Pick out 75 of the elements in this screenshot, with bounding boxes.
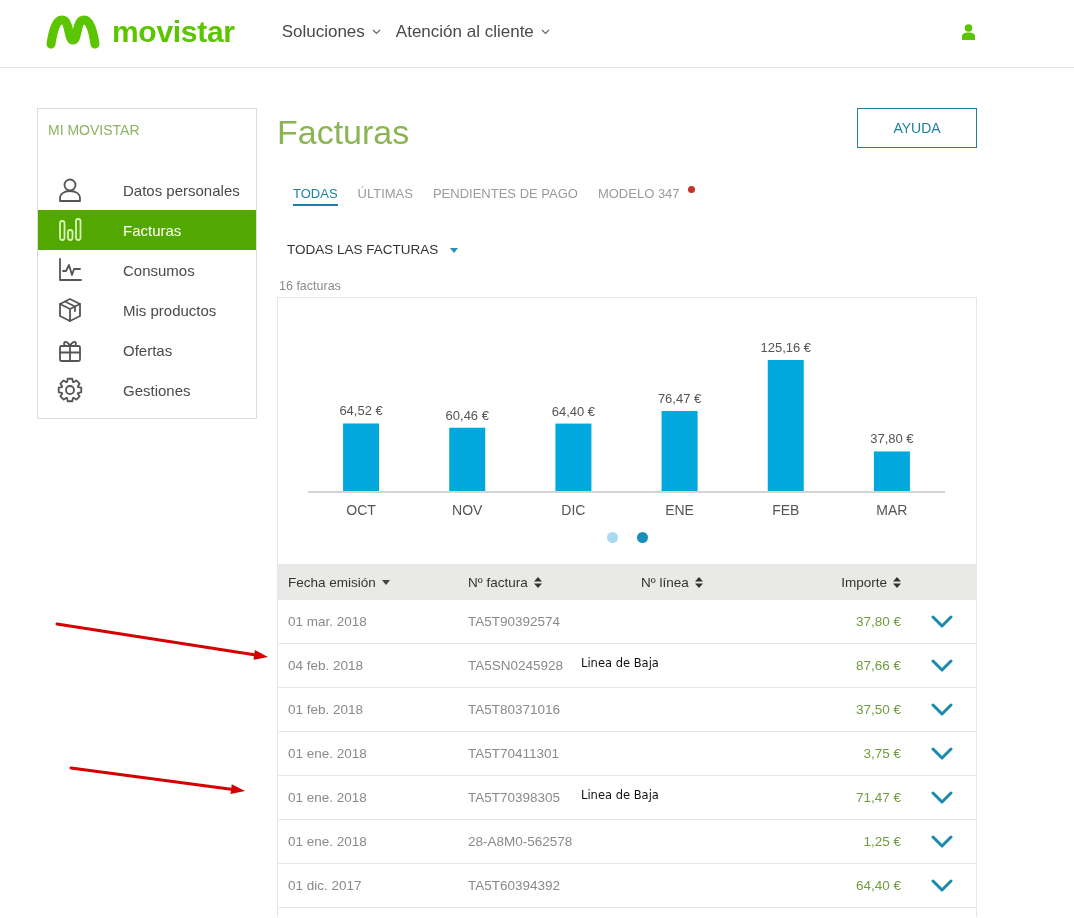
category-label: FEB (772, 502, 800, 518)
table-cell: 1,25 € (863, 834, 901, 849)
chevron-down-icon[interactable] (931, 659, 953, 672)
table-cell: 37,80 € (855, 614, 901, 629)
table-cell: 71,47 € (855, 790, 901, 805)
box-icon (57, 297, 83, 323)
m-logo-icon (46, 13, 100, 50)
sidebar-item[interactable]: Ofertas (38, 330, 256, 370)
carousel-dot[interactable] (606, 532, 618, 543)
nav-link[interactable]: Atención al cliente (395, 21, 550, 42)
nav-link[interactable]: Soluciones (281, 21, 381, 42)
user-icon[interactable] (962, 23, 975, 40)
category-label: NOV (452, 502, 483, 518)
invoice-count: 16 facturas (279, 279, 342, 294)
chevron-down-icon[interactable] (931, 747, 953, 760)
table-cell-text: TA5T80371016 (468, 702, 562, 717)
category-label: MAR (876, 502, 908, 518)
chart-bar (343, 423, 380, 491)
bar-chart-icon (57, 217, 83, 243)
line-note: Linea de Baja (581, 788, 659, 802)
carousel-dot[interactable] (636, 532, 648, 543)
category-label: DIC (561, 502, 586, 518)
table-cell: 37,50 € (855, 702, 901, 717)
bar-value-label: 37,80 € (870, 431, 914, 447)
caret-down-icon (450, 247, 459, 253)
table-cell-text: TA5T60394392 (468, 878, 562, 893)
chevron-down-icon (371, 28, 381, 35)
bar-value-label: 76,47 € (657, 390, 702, 406)
sidebar-item[interactable]: Gestiones (38, 370, 256, 410)
column-header[interactable]: Importe (841, 574, 901, 590)
bar-value-label: 60,46 € (445, 407, 489, 423)
chart-bar (449, 427, 486, 491)
chevron-down-icon[interactable] (931, 791, 953, 804)
sidebar-item[interactable]: Consumos (38, 250, 256, 290)
category-label: ENE (665, 502, 694, 518)
line-note: Linea de Baja (581, 656, 659, 670)
chart-bar (873, 451, 910, 491)
table-cell: 64,40 € (855, 878, 901, 893)
bar-value-label: 64,40 € (551, 403, 596, 419)
table-cell-text: 01 mar. 2018 (288, 614, 368, 629)
table-cell-text: TA5T90392574 (468, 614, 562, 629)
table-cell: 3,75 € (863, 746, 901, 761)
table-cell-text: 01 ene. 2018 (288, 834, 368, 849)
chevron-down-icon[interactable] (931, 835, 953, 848)
column-header[interactable]: Nº línea (641, 574, 703, 590)
chart-bar (555, 423, 592, 491)
chevron-down-icon[interactable] (931, 879, 953, 892)
table-cell-text: TA5T70411301 (468, 746, 561, 761)
bar-value-label: 125,16 € (760, 340, 812, 355)
table-cell: 87,66 € (855, 658, 901, 673)
invoice-filter-dropdown[interactable]: TODAS LAS FACTURAS (287, 242, 459, 258)
chevron-down-icon[interactable] (931, 615, 953, 628)
page-title: Facturas (277, 112, 410, 153)
table-cell-text: 01 dic. 2017 (288, 878, 363, 893)
help-button[interactable]: AYUDA (857, 108, 977, 148)
gear-icon (57, 377, 83, 403)
table-cell-text: 04 feb. 2018 (288, 658, 365, 673)
tab[interactable]: TODAS (293, 186, 338, 206)
chevron-down-icon (540, 28, 550, 35)
sidebar-item[interactable]: Mis productos (38, 290, 256, 330)
table-cell-text: 28-A8M0-562578 (468, 834, 574, 849)
bar-value-label: 64,52 € (339, 403, 383, 419)
person-icon (57, 177, 83, 203)
chevron-down-icon[interactable] (931, 703, 953, 716)
column-header[interactable]: Fecha emisión (288, 574, 390, 590)
table-cell-text: TA5T70398305 (468, 790, 562, 805)
table-cell-text: TA5SN0245928 (468, 658, 565, 673)
sidebar-title: MI MOVISTAR (47, 121, 141, 139)
sidebar-item[interactable]: Datos personales (38, 170, 256, 210)
table-cell-text: 01 ene. 2018 (288, 790, 368, 805)
table-cell-text: 01 ene. 2018 (288, 746, 368, 761)
line-chart-icon (57, 257, 83, 283)
table-cell-text: 01 feb. 2018 (288, 702, 365, 717)
column-header[interactable]: Nº factura (468, 574, 542, 590)
category-label: OCT (346, 502, 376, 518)
